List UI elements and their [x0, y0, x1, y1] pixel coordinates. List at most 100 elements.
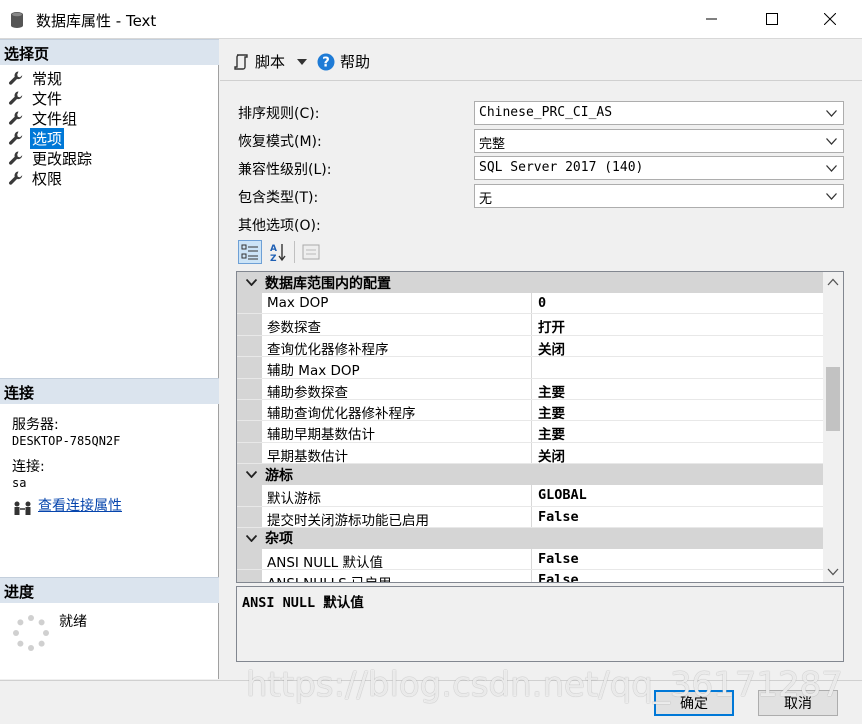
sidebar-item-label: 常规 [32, 69, 63, 88]
row-gutter [237, 314, 262, 335]
row-gutter [237, 506, 262, 527]
help-label: 帮助 [340, 53, 371, 71]
property-value[interactable]: False [532, 507, 823, 527]
connection-properties-icon [14, 501, 31, 515]
category-name: 杂项 [265, 531, 293, 548]
property-value[interactable]: 主要 [532, 379, 823, 401]
sidebar-item[interactable]: 权限 [8, 168, 94, 188]
property-value[interactable] [532, 357, 823, 377]
dropdown-arrow-icon [297, 58, 308, 65]
scrollbar-thumb[interactable] [826, 367, 840, 431]
script-button[interactable]: 脚本 [232, 51, 308, 72]
property-grid: 数据库范围内的配置 Max DOP 0 参数探查 打开 查询优化器修补程序 关闭 辅助 Max… [236, 271, 844, 583]
categorized-button[interactable] [238, 240, 262, 264]
row-gutter [237, 421, 262, 442]
grid-row[interactable]: 参数探查 打开 [237, 314, 823, 336]
grid-row[interactable]: 辅助查询优化器修补程序 主要 [237, 399, 823, 422]
alphabetical-button[interactable]: A Z [266, 240, 290, 264]
view-connection-properties-link[interactable]: 查看连接属性 [38, 495, 122, 515]
collapse-chevron-icon[interactable] [237, 534, 265, 542]
progress-spinner-icon [13, 615, 49, 651]
grid-row[interactable]: 辅助参数探查 主要 [237, 378, 823, 401]
grid-row[interactable]: 辅助早期基数估计 主要 [237, 421, 823, 443]
grid-row[interactable]: Max DOP 0 [237, 293, 823, 315]
compat-label: 兼容性级别(L): [238, 162, 332, 178]
minimize-icon [706, 18, 717, 20]
property-value[interactable]: GLOBAL [532, 485, 823, 505]
row-gutter [237, 442, 262, 464]
window-title: 数据库属性 - Text [36, 12, 157, 30]
svg-text:Z: Z [270, 254, 277, 262]
sidebar-item[interactable]: 文件组 [8, 108, 94, 128]
close-button[interactable] [806, 0, 854, 38]
property-value[interactable]: 0 [532, 293, 823, 313]
wrench-icon [8, 170, 30, 186]
property-value[interactable]: 打开 [532, 314, 823, 336]
grid-row[interactable]: 辅助 Max DOP [237, 357, 823, 379]
property-pages-button[interactable] [299, 240, 323, 264]
toolbar-separator [294, 241, 295, 263]
grid-row[interactable]: 查询优化器修补程序 关闭 [237, 335, 823, 358]
property-name: 早期基数估计 [262, 442, 532, 464]
sidebar-item[interactable]: 更改跟踪 [8, 148, 94, 168]
cancel-button[interactable]: 取消 [758, 690, 838, 716]
recovery-select[interactable]: 完整 [474, 129, 844, 153]
property-value[interactable]: 关闭 [532, 443, 823, 465]
toolbar: 脚本 ? 帮助 [220, 39, 862, 81]
grid-row[interactable]: 提交时关闭游标功能已启用 False [237, 506, 823, 528]
row-gutter [237, 399, 262, 421]
grid-category[interactable]: 杂项 [237, 527, 823, 549]
property-value[interactable]: 主要 [532, 400, 823, 422]
property-name: Max DOP [262, 293, 532, 314]
collation-select[interactable]: Chinese_PRC_CI_AS [474, 101, 844, 125]
collapse-chevron-icon[interactable] [237, 471, 265, 479]
categorized-icon [241, 244, 258, 260]
containment-label: 包含类型(T): [238, 190, 319, 206]
compat-select[interactable]: SQL Server 2017 (140) [474, 156, 844, 180]
wrench-icon [8, 90, 30, 106]
grid-row[interactable]: ANSI NULLS 已启用False [237, 570, 823, 582]
property-value[interactable]: False [532, 570, 823, 582]
property-grid-rows: 数据库范围内的配置 Max DOP 0 参数探查 打开 查询优化器修补程序 关闭 辅助 Max… [237, 272, 823, 582]
sidebar-item[interactable]: 文件 [8, 88, 94, 108]
connection-header: 连接 [0, 378, 219, 404]
sidebar-item[interactable]: 常规 [8, 68, 94, 88]
row-gutter [237, 378, 262, 399]
wrench-icon [8, 110, 30, 126]
grid-row[interactable]: 默认游标 GLOBAL [237, 485, 823, 507]
scroll-down-icon[interactable] [827, 568, 839, 576]
vertical-scrollbar[interactable] [823, 272, 843, 582]
sidebar-item-label: 文件组 [32, 109, 78, 128]
property-name: 查询优化器修补程序 [262, 335, 532, 357]
maximize-icon [766, 13, 778, 25]
other-options-label: 其他选项(O): [238, 218, 321, 234]
title-bar: 数据库属性 - Text [0, 0, 862, 39]
server-block: 服务器: DESKTOP-785QN2F [12, 414, 120, 448]
script-icon [234, 53, 248, 70]
maximize-button[interactable] [748, 0, 796, 38]
collation-value: Chinese_PRC_CI_AS [479, 105, 613, 120]
server-label: 服务器: [12, 417, 59, 433]
grid-category[interactable]: 游标 [237, 464, 823, 486]
chevron-down-icon [826, 193, 837, 200]
options-panel: 排序规则(C): Chinese_PRC_CI_AS 恢复模式(M): 完整 兼… [220, 82, 862, 679]
sidebar-item[interactable]: 选项 [8, 127, 94, 149]
property-name: ANSI NULLS 已启用 [262, 570, 532, 582]
grid-row[interactable]: ANSI NULL 默认值 False [237, 548, 823, 571]
category-name: 数据库范围内的配置 [265, 275, 391, 292]
containment-select[interactable]: 无 [474, 184, 844, 208]
minimize-button[interactable] [688, 0, 736, 38]
grid-category[interactable]: 数据库范围内的配置 [237, 272, 823, 293]
property-value[interactable]: False [532, 549, 823, 569]
property-value[interactable]: 关闭 [532, 336, 823, 358]
property-value[interactable]: 主要 [532, 421, 823, 443]
ok-button[interactable]: 确定 [654, 690, 734, 716]
property-name: 辅助 Max DOP [262, 357, 532, 378]
page-list: 常规 文件 文件组 选项 更改跟踪 权限 [8, 68, 94, 188]
row-gutter [237, 485, 262, 506]
collapse-chevron-icon[interactable] [237, 279, 265, 286]
grid-row[interactable]: 早期基数估计 关闭 [237, 442, 823, 465]
scroll-up-icon[interactable] [827, 278, 839, 286]
close-icon [824, 13, 836, 25]
help-button[interactable]: ? 帮助 [317, 51, 370, 72]
